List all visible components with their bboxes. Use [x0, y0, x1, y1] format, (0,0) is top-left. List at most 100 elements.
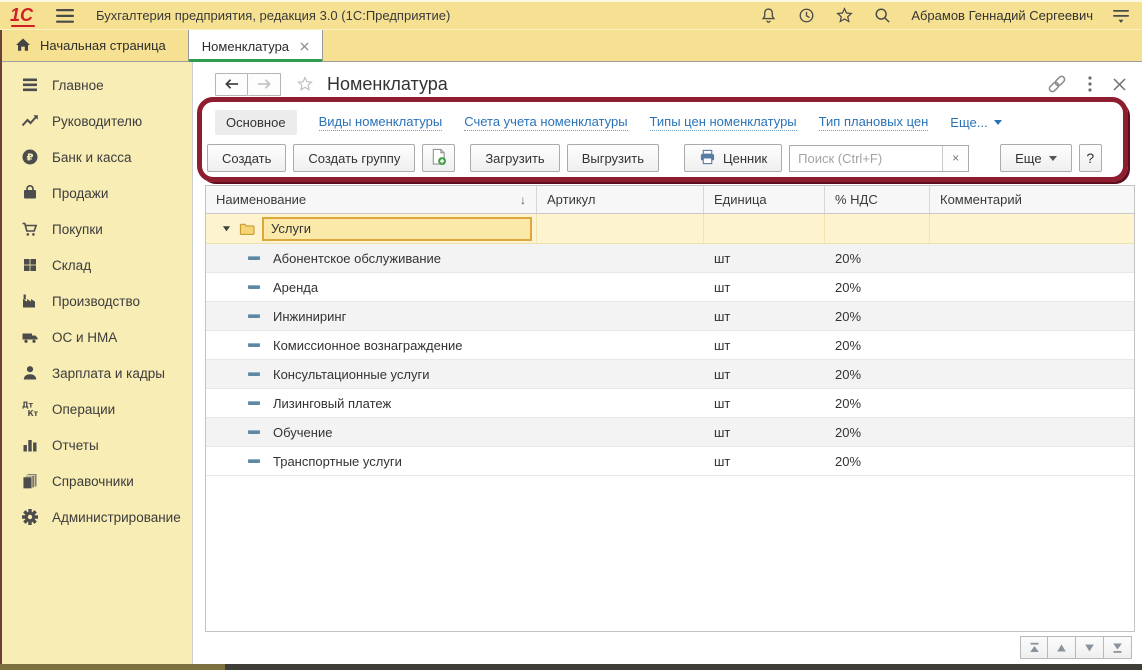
1c-logo-icon[interactable]: 1С	[10, 5, 44, 26]
tab-close-icon[interactable]	[300, 42, 309, 51]
more-button[interactable]: Еще	[1000, 144, 1071, 172]
item-vat-cell[interactable]: 20%	[825, 360, 930, 388]
column-header-2[interactable]: Единица	[704, 186, 825, 213]
user-name[interactable]: Абрамов Геннадий Сергеевич	[911, 8, 1093, 23]
sidebar-item-9[interactable]: ДтКтОперации	[0, 391, 192, 427]
item-unit-cell[interactable]: шт	[704, 447, 825, 475]
nav-link-0[interactable]: Виды номенклатуры	[319, 114, 443, 131]
item-unit-cell[interactable]: шт	[704, 244, 825, 272]
item-comment-cell[interactable]	[930, 360, 1134, 388]
go-last-button[interactable]	[1104, 636, 1132, 659]
item-vat-cell[interactable]: 20%	[825, 447, 930, 475]
back-button[interactable]	[215, 73, 248, 96]
hamburger-menu-icon[interactable]	[56, 9, 74, 23]
item-name-cell[interactable]: Инжиниринг	[206, 302, 537, 330]
sidebar-item-6[interactable]: Производство	[0, 283, 192, 319]
table-row-1[interactable]: Аренда шт20%	[206, 273, 1134, 302]
item-comment-cell[interactable]	[930, 418, 1134, 446]
create-button[interactable]: Создать	[207, 144, 286, 172]
nav-tab-main[interactable]: Основное	[215, 110, 297, 135]
item-vat-cell[interactable]: 20%	[825, 389, 930, 417]
item-comment-cell[interactable]	[930, 273, 1134, 301]
item-unit-cell[interactable]: шт	[704, 331, 825, 359]
group-cell-comment[interactable]	[930, 214, 1134, 243]
item-article-cell[interactable]	[537, 331, 704, 359]
sidebar-item-8[interactable]: Зарплата и кадры	[0, 355, 192, 391]
item-vat-cell[interactable]: 20%	[825, 331, 930, 359]
sidebar-item-4[interactable]: Покупки	[0, 211, 192, 247]
item-article-cell[interactable]	[537, 273, 704, 301]
item-comment-cell[interactable]	[930, 331, 1134, 359]
item-article-cell[interactable]	[537, 447, 704, 475]
forward-button[interactable]	[248, 73, 281, 96]
sidebar-item-10[interactable]: Отчеты	[0, 427, 192, 463]
item-comment-cell[interactable]	[930, 389, 1134, 417]
sidebar-item-7[interactable]: ОС и НМА	[0, 319, 192, 355]
sidebar-item-3[interactable]: Продажи	[0, 175, 192, 211]
favorites-star-icon[interactable]	[835, 6, 854, 25]
group-cell-unit[interactable]	[704, 214, 825, 243]
sidebar-item-1[interactable]: Руководителю	[0, 103, 192, 139]
column-header-4[interactable]: Комментарий	[930, 186, 1134, 213]
group-cell-vat[interactable]	[825, 214, 930, 243]
item-unit-cell[interactable]: шт	[704, 360, 825, 388]
unload-button[interactable]: Выгрузить	[567, 144, 659, 172]
item-unit-cell[interactable]: шт	[704, 418, 825, 446]
item-unit-cell[interactable]: шт	[704, 389, 825, 417]
item-name-cell[interactable]: Консультационные услуги	[206, 360, 537, 388]
nav-link-1[interactable]: Счета учета номенклатуры	[464, 114, 627, 131]
column-header-3[interactable]: % НДС	[825, 186, 930, 213]
copy-item-button[interactable]	[422, 144, 455, 172]
service-menu-icon[interactable]	[1112, 8, 1130, 24]
selected-cell[interactable]: Услуги	[262, 217, 532, 241]
item-article-cell[interactable]	[537, 360, 704, 388]
sidebar-item-5[interactable]: Склад	[0, 247, 192, 283]
nav-link-3[interactable]: Тип плановых цен	[819, 114, 929, 131]
item-vat-cell[interactable]: 20%	[825, 302, 930, 330]
item-unit-cell[interactable]: шт	[704, 273, 825, 301]
price-tag-button[interactable]: Ценник	[684, 144, 782, 172]
item-vat-cell[interactable]: 20%	[825, 244, 930, 272]
group-row[interactable]: Услуги	[206, 214, 1134, 244]
table-row-5[interactable]: Лизинговый платеж шт20%	[206, 389, 1134, 418]
column-header-0[interactable]: Наименование↓	[206, 186, 537, 213]
group-cell-article[interactable]	[537, 214, 704, 243]
link-icon[interactable]	[1047, 74, 1067, 94]
go-down-button[interactable]	[1076, 636, 1104, 659]
create-group-button[interactable]: Создать группу	[293, 144, 415, 172]
item-comment-cell[interactable]	[930, 302, 1134, 330]
item-name-cell[interactable]: Обучение	[206, 418, 537, 446]
item-article-cell[interactable]	[537, 418, 704, 446]
go-first-button[interactable]	[1020, 636, 1048, 659]
item-name-cell[interactable]: Аренда	[206, 273, 537, 301]
item-article-cell[interactable]	[537, 244, 704, 272]
table-row-6[interactable]: Обучение шт20%	[206, 418, 1134, 447]
column-header-1[interactable]: Артикул	[537, 186, 704, 213]
expand-triangle-icon[interactable]	[222, 224, 231, 233]
item-unit-cell[interactable]: шт	[704, 302, 825, 330]
table-row-7[interactable]: Транспортные услуги шт20%	[206, 447, 1134, 476]
item-name-cell[interactable]: Комиссионное вознаграждение	[206, 331, 537, 359]
item-comment-cell[interactable]	[930, 447, 1134, 475]
item-comment-cell[interactable]	[930, 244, 1134, 272]
notifications-bell-icon[interactable]	[759, 6, 778, 25]
item-article-cell[interactable]	[537, 389, 704, 417]
sidebar-item-0[interactable]: Главное	[0, 67, 192, 103]
item-name-cell[interactable]: Транспортные услуги	[206, 447, 537, 475]
table-row-4[interactable]: Консультационные услуги шт20%	[206, 360, 1134, 389]
item-article-cell[interactable]	[537, 302, 704, 330]
history-icon[interactable]	[797, 6, 816, 25]
search-input[interactable]	[790, 146, 942, 171]
item-vat-cell[interactable]: 20%	[825, 418, 930, 446]
item-vat-cell[interactable]: 20%	[825, 273, 930, 301]
go-up-button[interactable]	[1048, 636, 1076, 659]
group-name-cell[interactable]: Услуги	[206, 214, 537, 243]
kebab-menu-icon[interactable]	[1088, 76, 1092, 92]
sidebar-item-2[interactable]: ₽Банк и касса	[0, 139, 192, 175]
sidebar-item-11[interactable]: Справочники	[0, 463, 192, 499]
item-name-cell[interactable]: Лизинговый платеж	[206, 389, 537, 417]
table-row-3[interactable]: Комиссионное вознаграждение шт20%	[206, 331, 1134, 360]
item-name-cell[interactable]: Абонентское обслуживание	[206, 244, 537, 272]
nav-link-2[interactable]: Типы цен номенклатуры	[650, 114, 797, 131]
nav-more-menu[interactable]: Еще...	[950, 115, 1001, 130]
